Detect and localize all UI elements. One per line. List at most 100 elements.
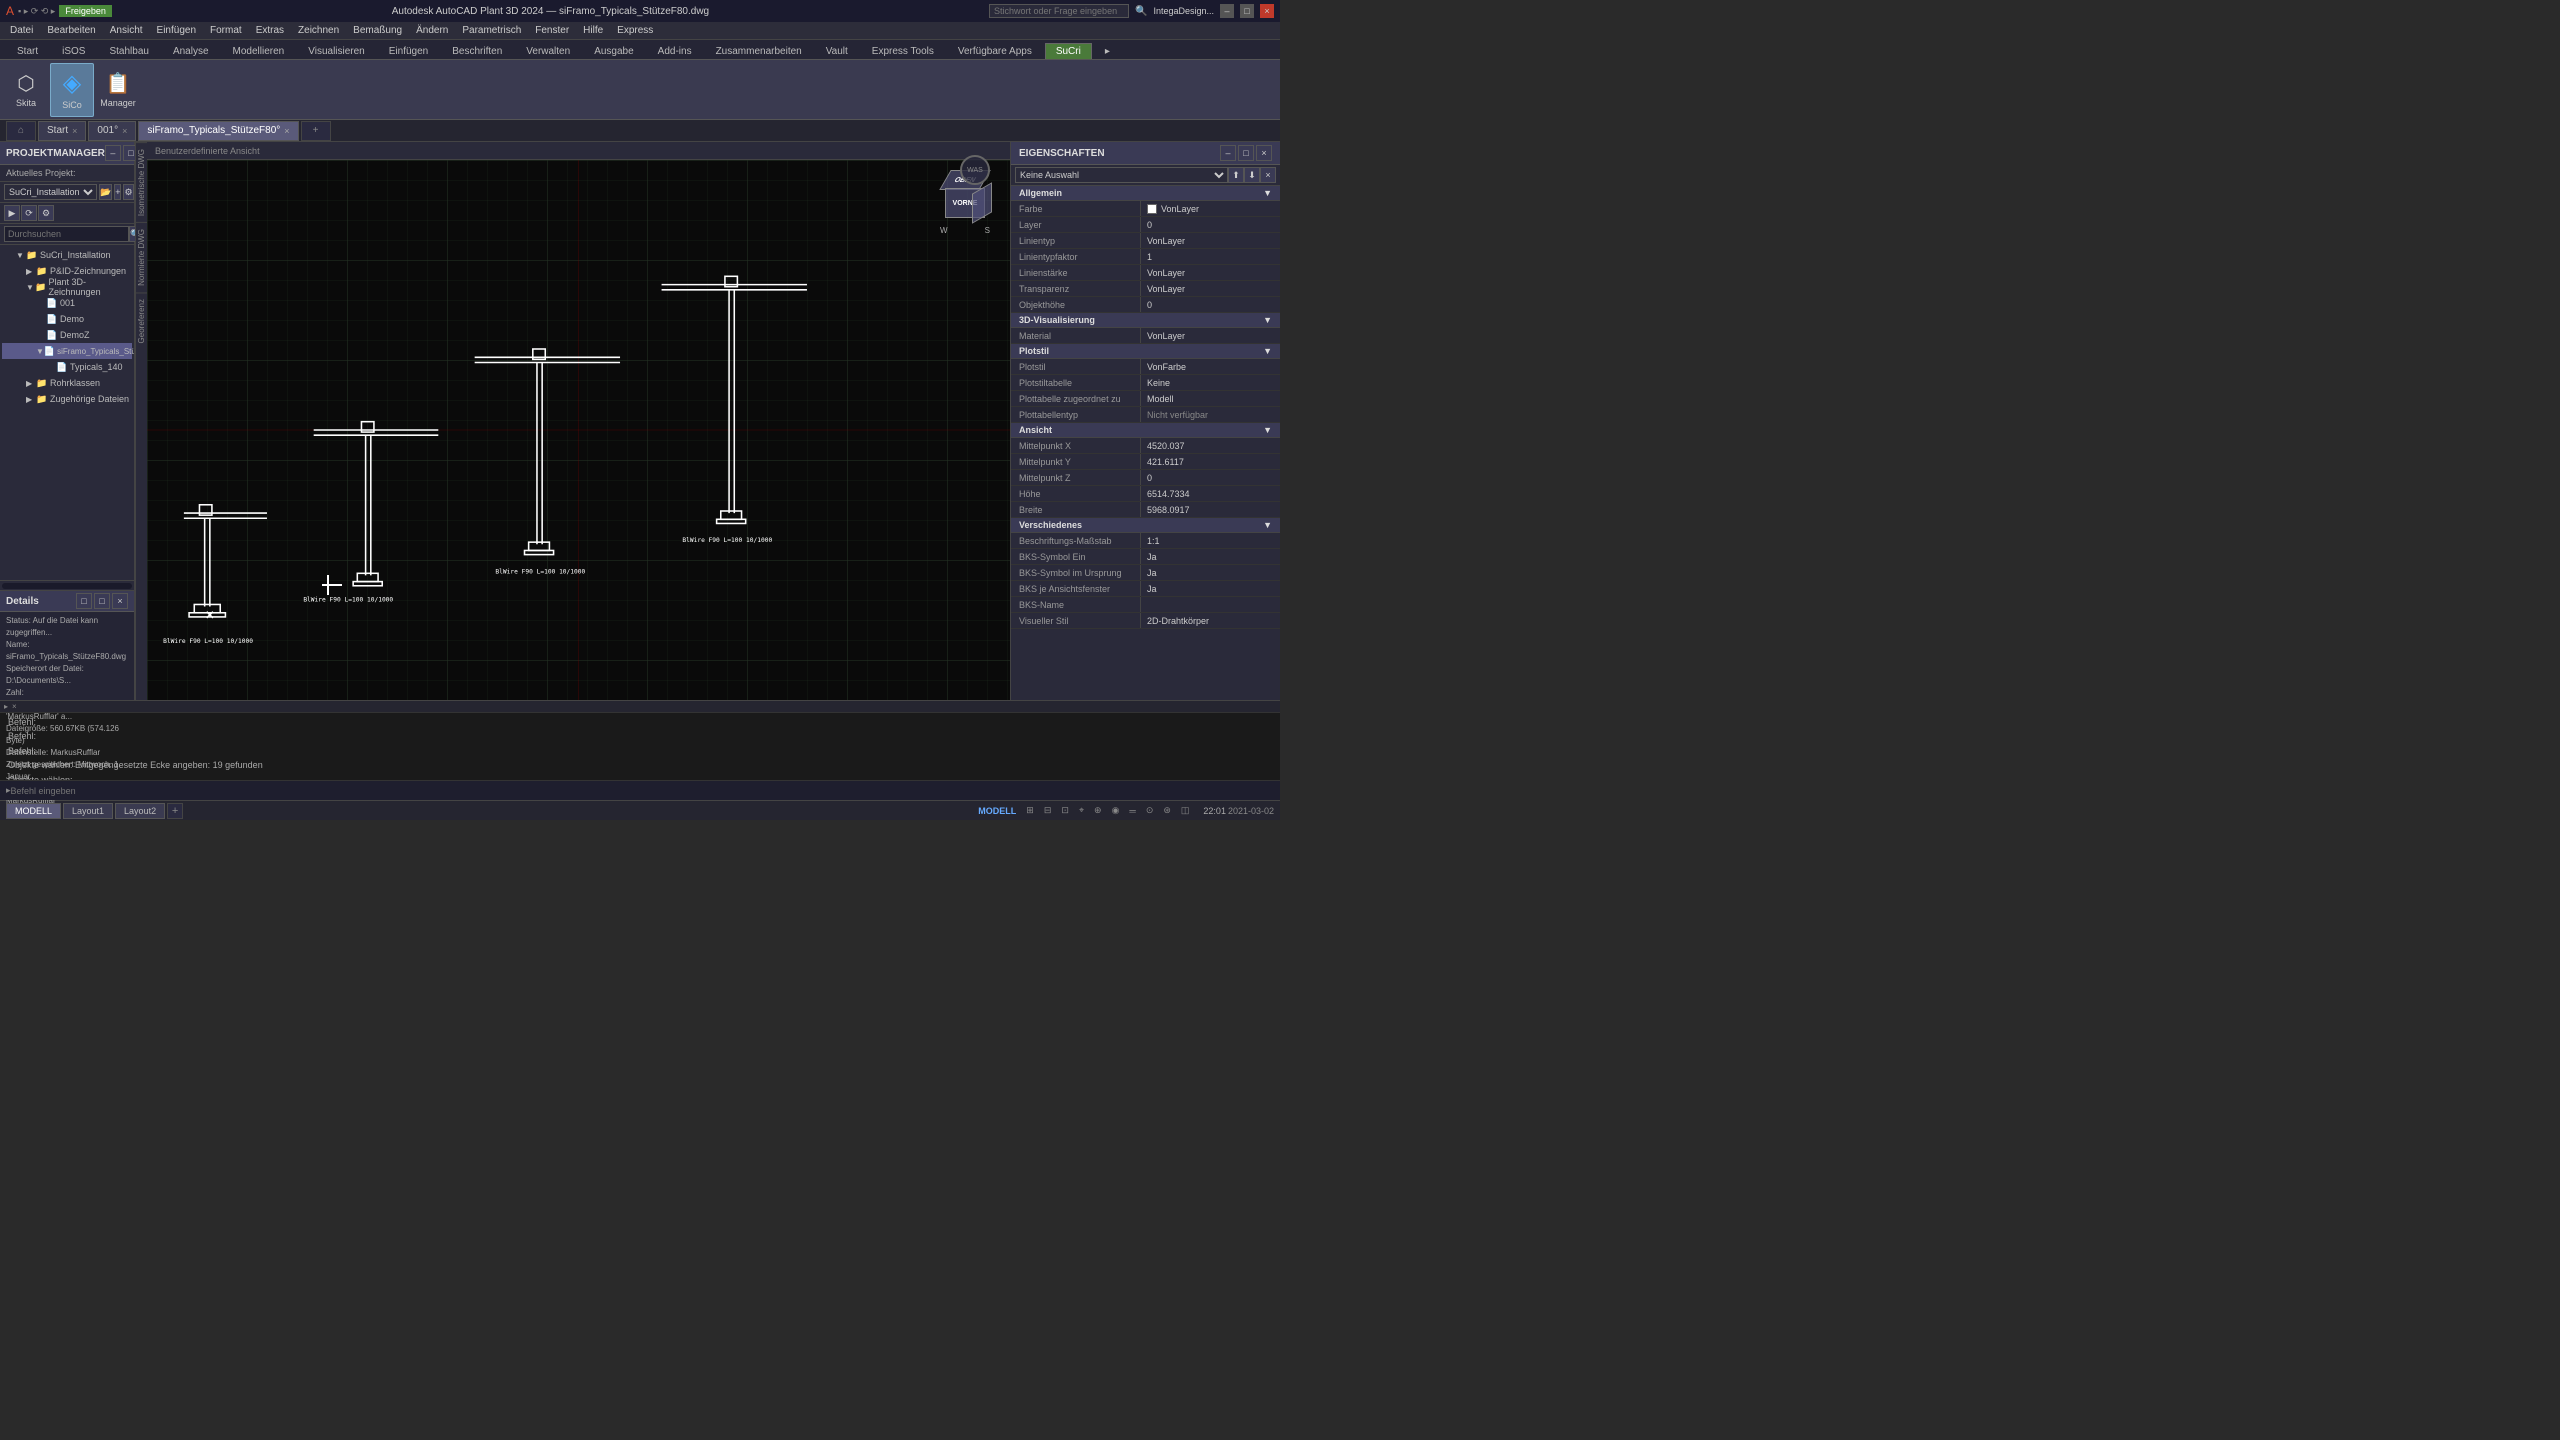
- section-3d[interactable]: 3D-Visualisierung ▼: [1011, 313, 1280, 328]
- tree-item-siframo[interactable]: ▼ 📄 siFramo_Typicals_StützeF80: [2, 343, 132, 359]
- menu-bearbeiten[interactable]: Bearbeiten: [41, 22, 101, 40]
- global-search-input[interactable]: [989, 4, 1129, 18]
- menu-bemaszung[interactable]: Bemaßung: [347, 22, 408, 40]
- project-btn3[interactable]: ⚙: [123, 184, 133, 200]
- project-dropdown[interactable]: SuCri_Installation: [4, 184, 97, 200]
- tab-more[interactable]: ▸: [1094, 43, 1121, 59]
- menu-zeichnen[interactable]: Zeichnen: [292, 22, 345, 40]
- props-btn2[interactable]: ⬇: [1244, 167, 1260, 183]
- freigeben-button[interactable]: Freigeben: [59, 5, 112, 17]
- search-input[interactable]: [4, 226, 129, 242]
- navigation-circle[interactable]: WAS: [960, 155, 990, 185]
- tab-modellieren[interactable]: Modellieren: [222, 43, 296, 59]
- tab-addins[interactable]: Add-ins: [647, 43, 703, 59]
- side-tab-isometric[interactable]: Isometrische DWG: [136, 142, 148, 222]
- status-trans-btn[interactable]: ⊙: [1142, 803, 1158, 819]
- minimize-button[interactable]: –: [1220, 4, 1234, 18]
- status-snap-btn[interactable]: ⊟: [1040, 803, 1056, 819]
- section-plotstil[interactable]: Plotstil ▼: [1011, 344, 1280, 359]
- section-ansicht[interactable]: Ansicht ▼: [1011, 423, 1280, 438]
- doc-tab-main[interactable]: siFramo_Typicals_StützeF80° ×: [138, 121, 298, 141]
- status-osnap-btn[interactable]: ⊕: [1090, 803, 1106, 819]
- menu-express[interactable]: Express: [611, 22, 659, 40]
- tree-item-rohrklassen[interactable]: ▶ 📁 Rohrklassen: [2, 375, 132, 391]
- menu-ansicht[interactable]: Ansicht: [104, 22, 149, 40]
- tree-item-001[interactable]: 📄 001: [2, 295, 132, 311]
- doc-tab-add[interactable]: +: [301, 121, 331, 141]
- manager-button[interactable]: 📋 Manager: [96, 63, 140, 117]
- props-dropdown[interactable]: Keine Auswahl: [1015, 167, 1228, 183]
- tree-item-typicals[interactable]: 📄 Typicals_140: [2, 359, 132, 375]
- tab-isos[interactable]: iSOS: [51, 43, 96, 59]
- tab-stahlbau[interactable]: Stahlbau: [98, 43, 159, 59]
- doc-tab-start[interactable]: Start ×: [38, 121, 86, 141]
- doc-tab-home[interactable]: ⌂: [6, 121, 36, 141]
- side-tab-normed[interactable]: Normierte DWG: [136, 222, 148, 292]
- props-restore[interactable]: □: [1238, 145, 1254, 161]
- menu-format[interactable]: Format: [204, 22, 248, 40]
- layout-tab-layout2[interactable]: Layout2: [115, 803, 165, 819]
- status-model-btn[interactable]: MODELL: [974, 803, 1020, 819]
- status-grid-btn[interactable]: ⊞: [1022, 803, 1038, 819]
- status-sel-btn[interactable]: ◫: [1177, 803, 1194, 819]
- restore-button[interactable]: □: [1240, 4, 1254, 18]
- details-btn2[interactable]: □: [94, 593, 110, 609]
- tab-beschriften[interactable]: Beschriften: [441, 43, 513, 59]
- menu-datei[interactable]: Datei: [4, 22, 39, 40]
- props-close[interactable]: ×: [1256, 145, 1272, 161]
- panel-minimize[interactable]: –: [105, 145, 121, 161]
- viewport[interactable]: BlWire F90 L=100 10/1000: [147, 160, 1010, 700]
- tab-einfuegen[interactable]: Einfügen: [378, 43, 439, 59]
- bottom-scrollbar[interactable]: [0, 580, 134, 590]
- project-btn1[interactable]: 📂: [99, 184, 112, 200]
- status-qprop-btn[interactable]: ⊛: [1159, 803, 1175, 819]
- tab-visualisieren[interactable]: Visualisieren: [297, 43, 376, 59]
- project-selector[interactable]: SuCri_Installation 📂 + ⚙: [0, 182, 134, 203]
- status-polar-btn[interactable]: ⌖: [1075, 803, 1088, 819]
- doc-tab-001[interactable]: 001° ×: [88, 121, 136, 141]
- tree-item-plant3d[interactable]: ▼ 📁 Plant 3D-Zeichnungen: [2, 279, 132, 295]
- scroll-track[interactable]: [2, 583, 132, 589]
- details-close[interactable]: ×: [112, 593, 128, 609]
- details-btn1[interactable]: □: [76, 593, 92, 609]
- project-btn2[interactable]: +: [114, 184, 121, 200]
- tab-zusammenarbeiten[interactable]: Zusammenarbeiten: [705, 43, 813, 59]
- props-minimize[interactable]: –: [1220, 145, 1236, 161]
- tree-item-demoz[interactable]: 📄 DemoZ: [2, 327, 132, 343]
- side-tab-geo[interactable]: Georeferenz: [136, 292, 148, 349]
- close-button[interactable]: ×: [1260, 4, 1274, 18]
- tree-item-sucri[interactable]: ▼ 📁 SuCri_Installation: [2, 247, 132, 263]
- menu-parametrisch[interactable]: Parametrisch: [456, 22, 527, 40]
- tree-settings-btn[interactable]: ⚙: [38, 205, 54, 221]
- search-icon[interactable]: 🔍: [1135, 6, 1147, 17]
- menu-extras[interactable]: Extras: [250, 22, 290, 40]
- tab-express[interactable]: Express Tools: [861, 43, 945, 59]
- tab-analyse[interactable]: Analyse: [162, 43, 220, 59]
- sico-button[interactable]: ◈ SiCo: [50, 63, 94, 117]
- layout-tab-modell[interactable]: MODELL: [6, 803, 61, 819]
- layout-tab-layout1[interactable]: Layout1: [63, 803, 113, 819]
- tab-vault[interactable]: Vault: [815, 43, 859, 59]
- tab-start[interactable]: Start: [6, 43, 49, 59]
- status-linewidth-btn[interactable]: ═: [1125, 803, 1139, 819]
- skita-button[interactable]: ⬡ Skita: [4, 63, 48, 117]
- menu-andern[interactable]: Ändern: [410, 22, 454, 40]
- tree-item-zugehorige[interactable]: ▶ 📁 Zugehörige Dateien: [2, 391, 132, 407]
- tab-verfuegbar[interactable]: Verfügbare Apps: [947, 43, 1043, 59]
- tree-item-demo[interactable]: 📄 Demo: [2, 311, 132, 327]
- props-btn1[interactable]: ⬆: [1228, 167, 1244, 183]
- tree-expand-btn[interactable]: ▶: [4, 205, 20, 221]
- tree-refresh-btn[interactable]: ⟳: [21, 205, 37, 221]
- tab-verwalten[interactable]: Verwalten: [515, 43, 581, 59]
- tab-ausgabe[interactable]: Ausgabe: [583, 43, 644, 59]
- section-verschiedenes[interactable]: Verschiedenes ▼: [1011, 518, 1280, 533]
- menu-einfuegen[interactable]: Einfügen: [151, 22, 202, 40]
- menu-fenster[interactable]: Fenster: [529, 22, 575, 40]
- viewcube[interactable]: OBEN VORNE W S WAS: [930, 170, 1000, 240]
- status-dynin-btn[interactable]: ◉: [1108, 803, 1124, 819]
- tab-sucri[interactable]: SuCri: [1045, 43, 1092, 59]
- section-allgemein[interactable]: Allgemein ▼: [1011, 186, 1280, 201]
- command-input[interactable]: [11, 786, 1274, 796]
- menu-hilfe[interactable]: Hilfe: [577, 22, 609, 40]
- props-btn3[interactable]: ×: [1260, 167, 1276, 183]
